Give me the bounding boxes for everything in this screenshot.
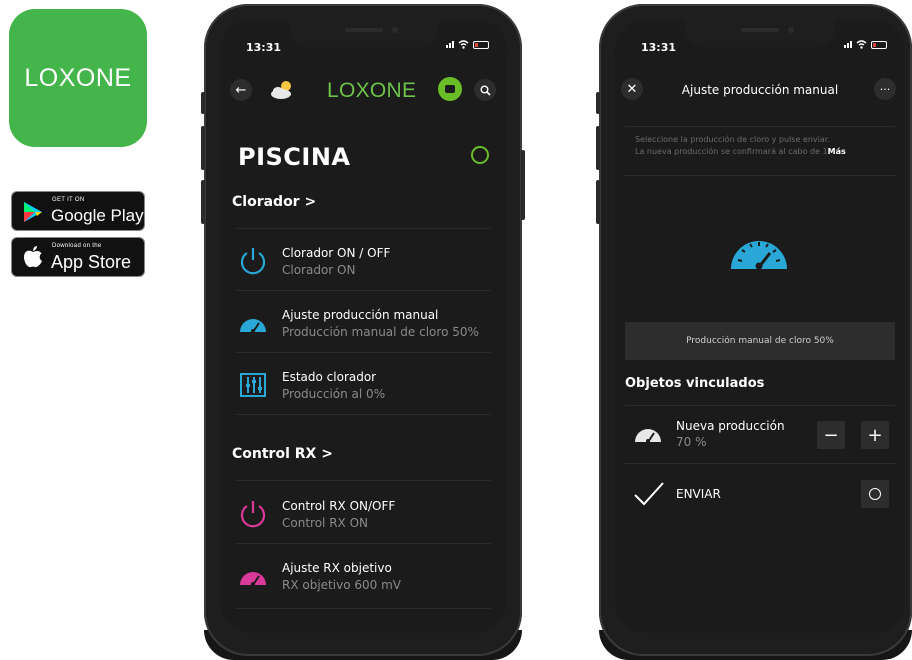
signal-icon (844, 41, 852, 48)
notch (685, 19, 835, 47)
apple-icon (24, 246, 42, 268)
send-button[interactable] (861, 480, 889, 508)
weather-icon (271, 81, 291, 99)
linked-item-title: Nueva producción (676, 419, 785, 433)
item-subtitle: RX objetivo 600 mV (282, 578, 401, 592)
search-icon (480, 85, 491, 96)
checkmark-icon (634, 482, 664, 506)
send-label[interactable]: ENVIAR (676, 487, 721, 501)
header-logo: LOXONE (327, 79, 417, 102)
phone-left-screen: 13:31 ← LOXONE PISCINA Clorador > (220, 19, 507, 633)
arrow-left-icon: ← (235, 82, 247, 98)
status-time: 13:31 (246, 41, 282, 54)
battery-icon (473, 40, 489, 49)
wifi-icon (458, 40, 469, 49)
description: Seleccione la producción de cloro y puls… (635, 134, 895, 158)
linked-objects-title: Objetos vinculados (625, 376, 765, 391)
description-line-2: La nueva producción se confirmará al cab… (635, 147, 828, 156)
item-title: Ajuste producción manual (282, 308, 439, 322)
power-icon (240, 501, 266, 528)
home-button[interactable] (438, 77, 462, 101)
gauge-icon (731, 241, 787, 270)
loxone-app-icon: LOXONE (9, 9, 147, 147)
status-time: 13:31 (641, 41, 677, 54)
wifi-icon (856, 40, 867, 49)
item-title: Control RX ON/OFF (282, 499, 396, 513)
page-title: Ajuste producción manual (681, 83, 839, 97)
phone-left: 13:31 ← LOXONE PISCINA Clorador > (201, 4, 525, 660)
app-store-small-text: Download on the (52, 243, 102, 249)
google-play-icon (24, 202, 42, 222)
list-item-clorador-onoff[interactable]: Clorador ON / OFF Clorador ON (232, 234, 495, 290)
item-subtitle: Producción al 0% (282, 387, 386, 401)
list-item-control-rx-onoff[interactable]: Control RX ON/OFF Control RX ON (232, 487, 495, 543)
phone-right-screen: 13:31 ✕ Ajuste producción manual ··· Sel… (615, 19, 905, 633)
item-subtitle: Producción manual de cloro 50% (282, 325, 479, 339)
room-title: PISCINA (238, 143, 351, 171)
back-button[interactable]: ← (230, 79, 252, 101)
linked-item-value: 70 % (676, 435, 707, 449)
google-play-badge[interactable]: GET IT ON Google Play (11, 191, 145, 231)
description-line-1: Seleccione la producción de cloro y puls… (635, 135, 830, 144)
status-icons (446, 40, 489, 49)
power-icon (240, 248, 266, 275)
circle-icon (869, 488, 881, 500)
menu-button[interactable]: ··· (874, 78, 896, 100)
item-title: Clorador ON / OFF (282, 246, 391, 260)
phone-right: 13:31 ✕ Ajuste producción manual ··· Sel… (596, 4, 912, 660)
gauge-icon (240, 572, 266, 586)
battery-icon (871, 40, 887, 49)
list-item-ajuste-produccion[interactable]: Ajuste producción manual Producción manu… (232, 296, 495, 352)
list-item-ajuste-rx[interactable]: Ajuste RX objetivo RX objetivo 600 mV (232, 549, 495, 605)
app-store-badge[interactable]: Download on the App Store (11, 237, 145, 277)
app-icon-label: LOXONE (24, 63, 132, 92)
more-link[interactable]: Más (828, 147, 846, 156)
more-icon: ··· (879, 82, 891, 96)
google-play-small-text: GET IT ON (52, 197, 85, 203)
gauge-icon (635, 429, 661, 443)
notch (288, 19, 439, 47)
more-options-icon[interactable] (471, 143, 489, 164)
search-button[interactable] (474, 79, 496, 101)
list-item-estado-clorador[interactable]: Estado clorador Producción al 0% (232, 358, 495, 414)
gauge-icon (240, 319, 266, 333)
category-title-control-rx[interactable]: Control RX > (232, 446, 333, 462)
increase-button[interactable]: + (861, 421, 889, 449)
item-title: Ajuste RX objetivo (282, 561, 392, 575)
google-play-label: Google Play (51, 206, 144, 225)
category-title-clorador[interactable]: Clorador > (232, 194, 316, 210)
item-title: Estado clorador (282, 370, 377, 384)
item-subtitle: Control RX ON (282, 516, 368, 530)
signal-icon (446, 41, 454, 48)
status-panel-icon (240, 373, 266, 397)
item-subtitle: Clorador ON (282, 263, 356, 277)
app-store-label: App Store (51, 252, 132, 272)
status-icons (844, 40, 887, 49)
current-value-display: Producción manual de cloro 50% (625, 322, 895, 360)
decrease-button[interactable]: − (817, 421, 845, 449)
